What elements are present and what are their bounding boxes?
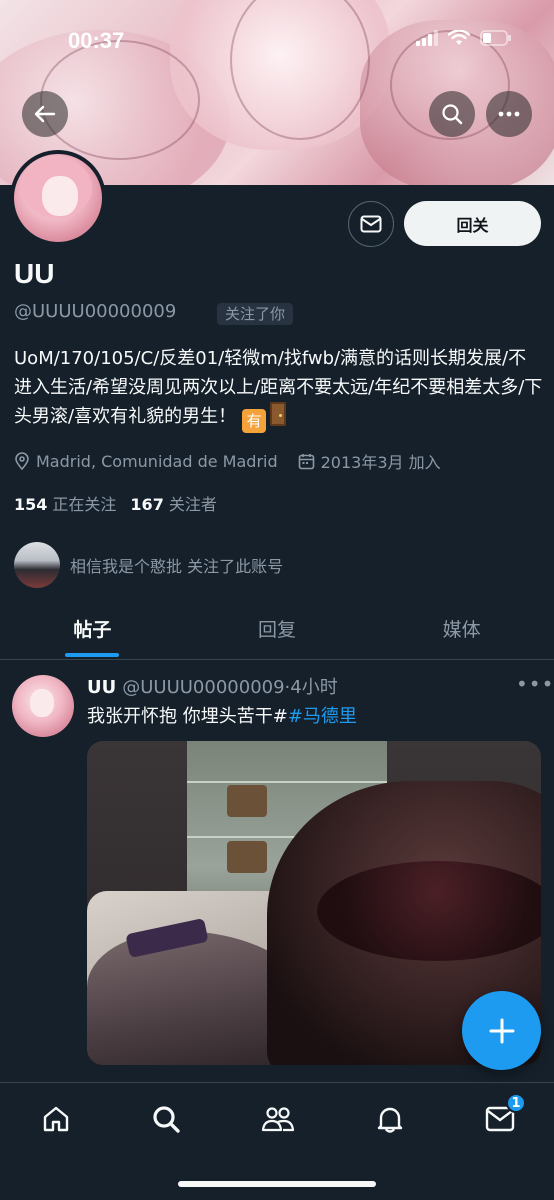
messages-badge: 1 [506, 1093, 526, 1113]
compose-button[interactable] [462, 991, 541, 1070]
following-count: 154 [14, 495, 48, 514]
tab-replies[interactable]: 回复 [185, 598, 370, 659]
profile-handle: @UUUU00000009 [14, 301, 177, 322]
post-header: UU @UUUU00000009·4小时 [87, 673, 338, 699]
notifications-icon [377, 1107, 403, 1133]
location-text: Madrid, Comunidad de Madrid [36, 451, 278, 471]
joined-text: 2013年3月 加入 [320, 453, 441, 472]
post-hashtag[interactable]: #马德里 [288, 706, 357, 727]
profile-tabs: 帖子 回复 媒体 [0, 598, 554, 660]
tab-posts[interactable]: 帖子 [0, 598, 185, 659]
post-author-name[interactable]: UU [87, 677, 116, 698]
more-icon [498, 111, 520, 117]
message-button[interactable] [348, 201, 394, 247]
following-label: 正在关注 [52, 495, 117, 514]
profile-bio: UoM/170/105/C/反差01/轻微m/找fwb/满意的话则长期发展/不进… [14, 344, 544, 433]
nav-messages[interactable]: 1 [476, 1093, 526, 1139]
nav-communities[interactable] [254, 1099, 302, 1139]
post-more-button[interactable]: ••• [516, 672, 554, 696]
profile-avatar[interactable] [10, 150, 106, 246]
followers-link[interactable]: 167 关注者 [130, 491, 216, 515]
signal-icon [416, 30, 438, 46]
plus-icon [489, 1018, 514, 1043]
communities-icon [261, 1107, 295, 1132]
mail-icon [360, 215, 382, 233]
more-options-button[interactable] [486, 91, 532, 137]
door-emoji-icon [270, 402, 287, 426]
profile-meta: Madrid, Comunidad de Madrid 2013年3月 加入 [14, 449, 461, 473]
nav-search[interactable] [142, 1099, 190, 1139]
post-handle-time: @UUUU00000009·4小时 [122, 677, 338, 698]
home-icon [43, 1106, 69, 1132]
status-bar: 00:37 [0, 28, 554, 58]
back-arrow-icon [34, 105, 56, 123]
status-icons [416, 30, 512, 46]
battery-icon [480, 30, 511, 46]
home-indicator [178, 1181, 376, 1187]
followed-by-text: 相信我是个憨批 关注了此账号 [70, 557, 284, 576]
post-author-avatar[interactable] [12, 675, 74, 737]
post-text: 我张开怀抱 你埋头苦干##马德里 [87, 702, 357, 728]
followers-count: 167 [130, 495, 164, 514]
follow-counts: 154 正在关注 167 关注者 [14, 491, 217, 515]
followed-by-row[interactable]: 相信我是个憨批 关注了此账号 [14, 542, 283, 588]
post-body: 我张开怀抱 你埋头苦干# [87, 706, 288, 727]
follow-back-button[interactable]: 回关 [404, 201, 541, 246]
search-icon [153, 1106, 180, 1133]
calendar-icon [298, 453, 314, 469]
nav-home[interactable] [32, 1099, 80, 1139]
follower-avatar [14, 542, 60, 588]
wifi-icon [448, 30, 470, 45]
tab-media[interactable]: 媒体 [369, 598, 554, 659]
nav-notifications[interactable] [366, 1099, 414, 1139]
search-icon [442, 104, 463, 125]
you-emoji-icon: 有 [242, 409, 267, 433]
followers-label: 关注者 [168, 495, 217, 514]
follows-you-badge: 关注了你 [217, 303, 294, 325]
search-profile-button[interactable] [429, 91, 475, 137]
status-time: 00:37 [68, 28, 125, 53]
following-link[interactable]: 154 正在关注 [14, 491, 116, 515]
location-icon [15, 452, 29, 470]
back-button[interactable] [22, 91, 68, 137]
profile-name: UU [14, 258, 55, 289]
